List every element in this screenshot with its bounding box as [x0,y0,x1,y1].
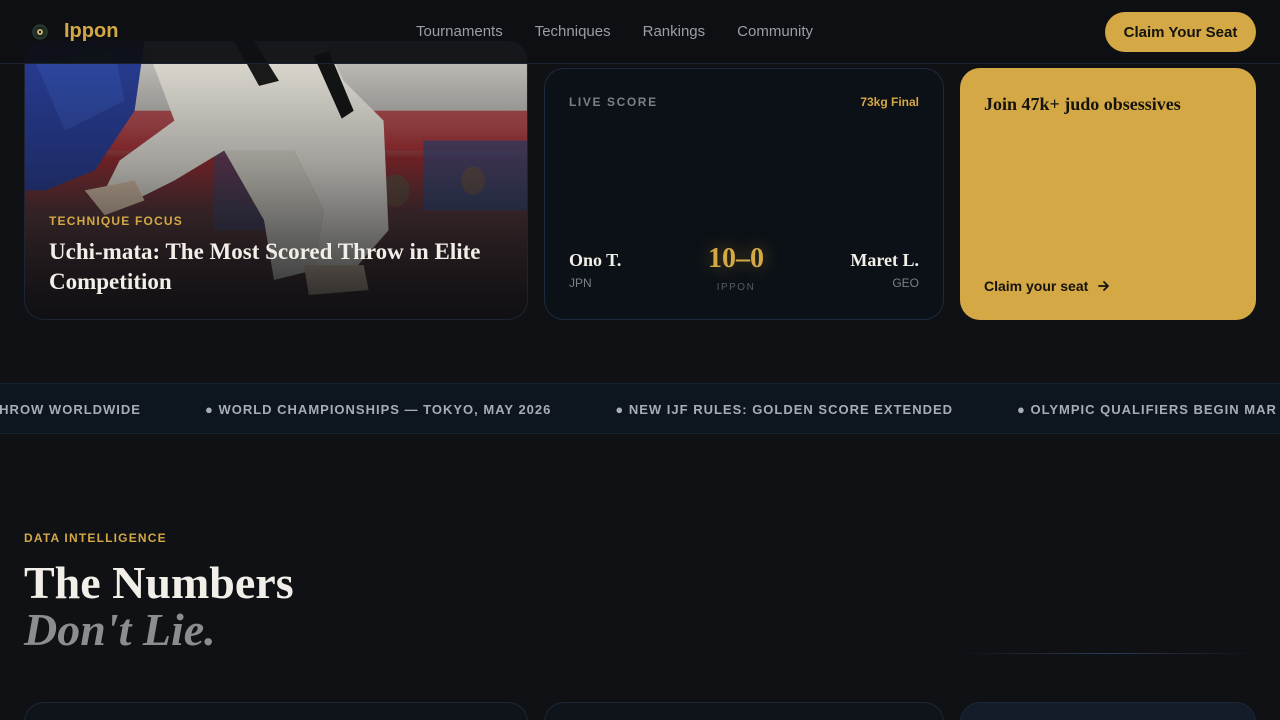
stat-card[interactable] [960,702,1256,720]
news-ticker: ORING THROW WORLDWIDE ● WORLD CHAMPIONSH… [0,383,1280,434]
ticker-item[interactable]: ● OLYMPIC QUALIFIERS BEGIN MAR [1017,402,1277,417]
ticker-item[interactable]: ORING THROW WORLDWIDE [0,402,141,417]
event-label: 73kg Final [860,95,919,109]
claim-seat-button[interactable]: Claim Your Seat [1105,12,1256,52]
top-navigation: Ippon Tournaments Techniques Rankings Co… [0,0,1280,64]
join-community-card: Join 47k+ judo obsessives Claim your sea… [960,68,1256,320]
join-title: Join 47k+ judo obsessives [984,94,1181,114]
stats-subtitle: Don't Lie. [24,604,216,655]
brand-name: Ippon [64,20,119,42]
technique-focus-card[interactable]: TECHNIQUE FOCUS Uchi-mata: The Most Scor… [24,40,528,320]
ticker-track: ORING THROW WORLDWIDE ● WORLD CHAMPIONSH… [0,402,1277,417]
arrow-right-icon [1098,281,1110,291]
technique-title[interactable]: Uchi-mata: The Most Scored Throw in Elit… [49,237,519,297]
claim-seat-link[interactable]: Claim your seat [984,278,1110,294]
nav-link-rankings[interactable]: Rankings [643,23,706,40]
stats-kicker: DATA INTELLIGENCE [24,531,167,545]
fighter-2-country: GEO [892,276,919,290]
stats-title: The Numbers [24,557,294,608]
stat-card[interactable] [544,702,944,720]
live-score-card[interactable]: LIVE SCORE 73kg Final Ono T. JPN 10–0 IP… [544,68,944,320]
fighter-2-name: Maret L. [850,250,919,270]
technique-kicker: TECHNIQUE FOCUS [49,214,184,228]
divider [960,653,1256,654]
nav-link-community[interactable]: Community [737,23,813,40]
nav-link-techniques[interactable]: Techniques [535,23,611,40]
brand-logo[interactable]: Ippon [32,20,118,43]
nav-link-tournaments[interactable]: Tournaments [416,23,503,40]
live-score-label: LIVE SCORE [569,95,658,109]
ticker-item[interactable]: ● WORLD CHAMPIONSHIPS — TOKYO, MAY 2026 [205,402,551,417]
claim-seat-link-label: Claim your seat [984,278,1089,294]
nav-links: Tournaments Techniques Rankings Communit… [416,23,813,40]
judo-emblem-icon [32,24,48,39]
ticker-item[interactable]: ● NEW IJF RULES: GOLDEN SCORE EXTENDED [615,402,953,417]
stat-card[interactable] [24,702,528,720]
match-result: IPPON [716,282,756,293]
